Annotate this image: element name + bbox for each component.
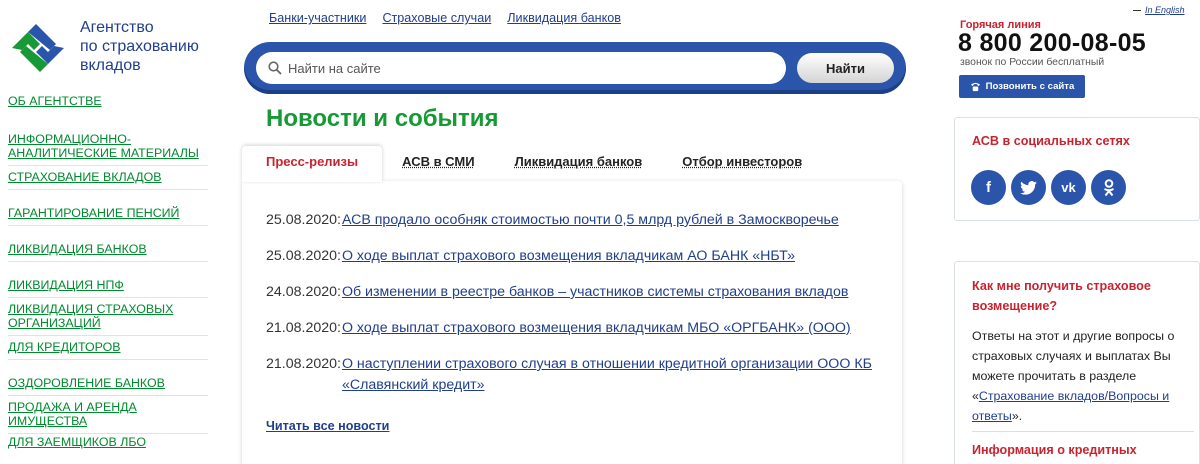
- tab-press-releases[interactable]: Пресс-релизы: [242, 146, 383, 182]
- faq-link[interactable]: Страхование вкладов/Вопросы и ответы: [972, 389, 1169, 423]
- news-date: 25.08.2020:: [266, 212, 341, 228]
- logo-text: Агентство по страхованию вкладов: [80, 18, 199, 75]
- nav-item: ИНФОРМАЦИОННО-АНАЛИТИЧЕСКИЕ МАТЕРИАЛЫ: [8, 128, 208, 166]
- news-date: 21.08.2020:: [266, 356, 341, 372]
- logo-icon: [12, 24, 64, 72]
- nav-item: ОБ АГЕНТСТВЕ: [8, 94, 208, 116]
- tab-label: Отбор инвесторов: [682, 154, 803, 169]
- nav-item: СТРАХОВАНИЕ ВКЛАДОВ: [8, 166, 208, 190]
- lang-dash: [1133, 9, 1141, 11]
- faq-box: Как мне получить страховое возмещение? О…: [954, 261, 1200, 464]
- facebook-glyph: f: [986, 179, 991, 196]
- news-tabs: Пресс-релизы АСВ в СМИ Ликвидация банков…: [242, 146, 822, 182]
- nav-item: ГАРАНТИРОВАНИЕ ПЕНСИЙ: [8, 190, 208, 226]
- news-list: 25.08.2020: АСВ продало особняк стоимост…: [266, 210, 898, 411]
- news-link[interactable]: АСВ продало особняк стоимостью почти 0,5…: [342, 210, 839, 231]
- nav-item: ОЗДОРОВЛЕНИЕ БАНКОВ: [8, 360, 208, 396]
- call-button-label: Позвонить с сайта: [985, 81, 1075, 92]
- tab-bank-liquidation[interactable]: Ликвидация банков: [495, 146, 663, 182]
- top-link-insured-events[interactable]: Страховые случаи: [382, 11, 491, 25]
- search-field: [256, 52, 786, 84]
- tab-label: Пресс-релизы: [266, 154, 359, 169]
- news-link[interactable]: О ходе выплат страхового возмещения вкла…: [342, 246, 795, 267]
- site-logo[interactable]: Агентство по страхованию вкладов: [6, 14, 236, 78]
- tab-investor-selection[interactable]: Отбор инвесторов: [662, 146, 822, 182]
- vk-icon[interactable]: vk: [1051, 170, 1086, 205]
- logo-line-2: по страхованию: [80, 38, 199, 55]
- nav-item: ПРОДАЖА И АРЕНДА ИМУЩЕСТВА: [8, 396, 208, 434]
- news-date: 21.08.2020:: [266, 320, 341, 336]
- news-item: 25.08.2020: АСВ продало особняк стоимост…: [266, 210, 898, 231]
- top-link-member-banks[interactable]: Банки-участники: [269, 11, 366, 25]
- logo-line-1: Агентство: [80, 19, 154, 36]
- english-link[interactable]: In English: [1145, 5, 1185, 15]
- faq-text: Ответы на этот и другие вопросы о страхо…: [972, 326, 1194, 426]
- tab-label: Ликвидация банков: [514, 154, 643, 169]
- nav-link-pensions[interactable]: ГАРАНТИРОВАНИЕ ПЕНСИЙ: [8, 206, 179, 220]
- faq-text-after: ».: [1011, 409, 1023, 423]
- top-links: Банки-участники Страховые случаи Ликвида…: [269, 11, 621, 25]
- twitter-icon[interactable]: [1011, 170, 1046, 205]
- nav-link-deposit-insurance[interactable]: СТРАХОВАНИЕ ВКЛАДОВ: [8, 170, 162, 184]
- logo-line-3: вкладов: [80, 57, 141, 74]
- nav-item: ДЛЯ КРЕДИТОРОВ: [8, 336, 208, 360]
- phone-note: звонок по России бесплатный: [960, 57, 1105, 68]
- odnoklassniki-icon[interactable]: [1091, 170, 1126, 205]
- facebook-icon[interactable]: f: [971, 170, 1006, 205]
- phone-icon: [970, 82, 980, 92]
- nav-link-insurer-liquidation[interactable]: ЛИКВИДАЦИЯ СТРАХОВЫХ ОРГАНИЗАЦИЙ: [8, 302, 208, 330]
- news-link[interactable]: О наступлении страхового случая в отноше…: [342, 354, 898, 396]
- nav-item: ЛИКВИДАЦИЯ НПФ: [8, 262, 208, 298]
- search-button[interactable]: Найти: [797, 53, 894, 83]
- nav-link-bank-liquidation[interactable]: ЛИКВИДАЦИЯ БАНКОВ: [8, 242, 147, 256]
- social-icons: f vk: [971, 170, 1126, 205]
- search-input[interactable]: [288, 60, 768, 76]
- left-navigation: ОБ АГЕНТСТВЕ ИНФОРМАЦИОННО-АНАЛИТИЧЕСКИЕ…: [8, 94, 208, 454]
- news-item: 21.08.2020: О наступлении страхового слу…: [266, 354, 898, 396]
- faq-divider: [972, 431, 1194, 432]
- faq-title: Как мне получить страховое возмещение?: [972, 279, 1151, 313]
- news-item: 24.08.2020: Об изменении в реестре банко…: [266, 282, 898, 303]
- social-title: АСВ в социальных сетях: [972, 134, 1130, 148]
- social-networks-box: АСВ в социальных сетях f vk: [954, 117, 1200, 221]
- tab-asv-in-media[interactable]: АСВ в СМИ: [382, 146, 494, 182]
- search-bar: Найти: [244, 42, 906, 94]
- nav-link-creditors[interactable]: ДЛЯ КРЕДИТОРОВ: [8, 340, 121, 354]
- hotline-phone: 8 800 200-08-05: [958, 29, 1146, 57]
- ok-glyph-icon: [1103, 178, 1114, 196]
- news-link[interactable]: Об изменении в реестре банков – участник…: [342, 282, 848, 303]
- credit-info-title: Информация о кредитных: [972, 443, 1137, 457]
- tab-label: АСВ в СМИ: [402, 154, 475, 169]
- twitter-bird-icon: [1020, 180, 1037, 195]
- nav-link-about[interactable]: ОБ АГЕНТСТВЕ: [8, 94, 102, 108]
- call-from-site-button[interactable]: Позвонить с сайта: [959, 75, 1085, 98]
- nav-item: ДЛЯ ЗАЕМЩИКОВ ЛБО: [8, 434, 208, 454]
- nav-link-analytics[interactable]: ИНФОРМАЦИОННО-АНАЛИТИЧЕСКИЕ МАТЕРИАЛЫ: [8, 132, 208, 160]
- nav-link-property[interactable]: ПРОДАЖА И АРЕНДА ИМУЩЕСТВА: [8, 400, 208, 428]
- nav-link-bank-recovery[interactable]: ОЗДОРОВЛЕНИЕ БАНКОВ: [8, 376, 165, 390]
- page-title: Новости и события: [266, 105, 499, 132]
- top-link-bank-liquidation[interactable]: Ликвидация банков: [507, 11, 621, 25]
- vk-glyph: vk: [1061, 180, 1076, 195]
- search-icon: [268, 61, 282, 75]
- news-date: 25.08.2020:: [266, 248, 341, 264]
- news-date: 24.08.2020:: [266, 284, 341, 300]
- read-all-news-link[interactable]: Читать все новости: [266, 419, 389, 433]
- news-item: 21.08.2020: О ходе выплат страхового воз…: [266, 318, 898, 339]
- news-link[interactable]: О ходе выплат страхового возмещения вкла…: [342, 318, 851, 339]
- nav-item: ЛИКВИДАЦИЯ СТРАХОВЫХ ОРГАНИЗАЦИЙ: [8, 298, 208, 336]
- news-item: 25.08.2020: О ходе выплат страхового воз…: [266, 246, 898, 267]
- nav-link-borrowers[interactable]: ДЛЯ ЗАЕМЩИКОВ ЛБО: [8, 435, 146, 449]
- language-switch: In English: [1133, 5, 1185, 15]
- nav-item: ЛИКВИДАЦИЯ БАНКОВ: [8, 226, 208, 262]
- nav-link-npf-liquidation[interactable]: ЛИКВИДАЦИЯ НПФ: [8, 278, 124, 292]
